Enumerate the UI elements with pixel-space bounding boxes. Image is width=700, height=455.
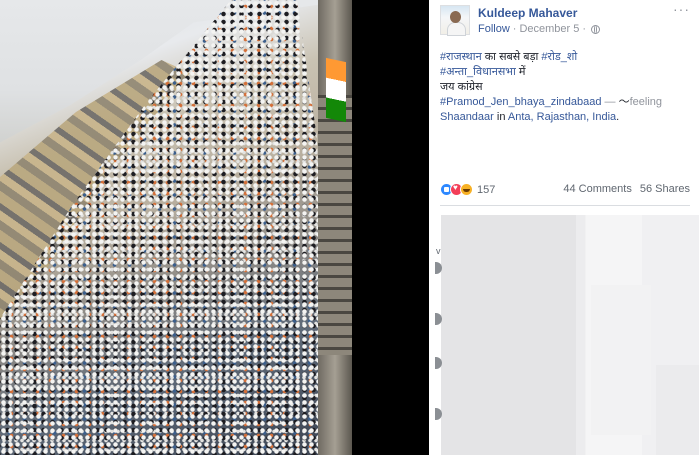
more-icon[interactable]: ··· (673, 2, 690, 16)
location-link[interactable]: Anta, Rajasthan, India (508, 111, 616, 123)
post-line-text: में (515, 66, 526, 78)
post-text: #राजस्थान का सबसे बड़ा #रोड_शो #अन्ता_वि… (440, 50, 695, 125)
dash: — (601, 96, 619, 108)
post-line-4: #Pramod_Jen_bhaya_zindabaad — 〜feeling (440, 95, 695, 110)
reactions-count: 157 (477, 183, 496, 196)
divider (440, 205, 690, 206)
feeling-value[interactable]: Shaandaar (440, 111, 494, 123)
post-line-1: #राजस्थान का सबसे बड़ा #रोड_शो (440, 50, 695, 65)
post-line-2: #अन्ता_विधानसभा में (440, 65, 695, 80)
side-mark: v (436, 246, 441, 256)
globe-icon[interactable] (591, 24, 601, 34)
reactions-summary[interactable]: 157 (440, 183, 495, 196)
hashtag-link[interactable]: #अन्ता_विधानसभा (440, 66, 516, 78)
post-line-5: Shaandaar in Anta, Rajasthan, India. (440, 110, 695, 125)
location-end: . (616, 111, 620, 123)
post-line-3: जय कांग्रेस (440, 81, 483, 93)
comments-count[interactable]: 44 Comments (563, 183, 631, 195)
author-name[interactable]: Kuldeep Mahaver (478, 6, 577, 20)
photo-balcony (318, 95, 352, 355)
blurred-block (656, 365, 699, 455)
meta-separator-2: · (582, 23, 587, 35)
blurred-block (441, 215, 576, 455)
blurred-block (591, 285, 651, 435)
avatar[interactable] (440, 5, 470, 36)
hashtag-link[interactable]: #रोड_शो (541, 51, 577, 63)
in-text: in (493, 111, 508, 123)
post-panel: Kuldeep Mahaver Follow · December 5 · ··… (429, 0, 700, 455)
haha-icon (460, 183, 473, 196)
meta-separator: · (512, 23, 517, 35)
feeling-label: feeling (629, 96, 663, 108)
post-meta: Follow · December 5 · (478, 23, 601, 35)
follow-button[interactable]: Follow (478, 23, 510, 35)
shares-count[interactable]: 56 Shares (640, 183, 690, 195)
hashtag-link[interactable]: #राजस्थान (440, 51, 482, 63)
engagement-stats: 44 Comments 56 Shares (563, 183, 690, 195)
hashtag-link[interactable]: #Pramod_Jen_bhaya_zindabaad (440, 96, 601, 108)
blurred-comments-area (441, 215, 699, 455)
flag-icon (326, 57, 346, 123)
post-photo[interactable] (0, 0, 352, 455)
feeling-icon: 〜 (618, 96, 630, 108)
post-line-text: का सबसे बड़ा (481, 51, 542, 63)
post-date[interactable]: December 5 (519, 23, 579, 35)
